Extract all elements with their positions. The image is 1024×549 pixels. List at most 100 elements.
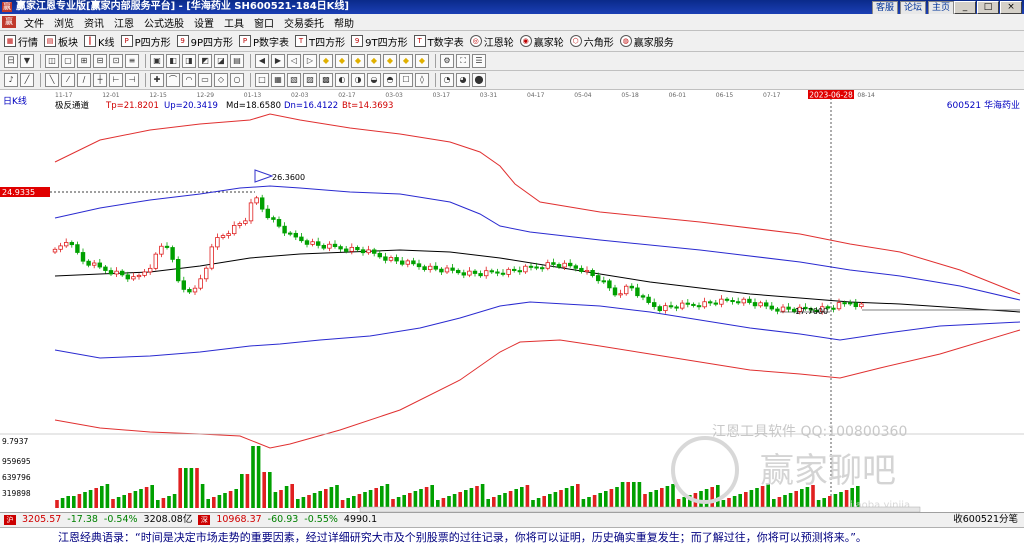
draw-tool-icon-7[interactable]: ⊢ bbox=[109, 73, 123, 87]
volume-bar bbox=[139, 489, 143, 508]
draw-tool-icon-21[interactable]: ◑ bbox=[351, 73, 365, 87]
chart-tool-icon-22[interactable]: ◆ bbox=[367, 54, 381, 68]
draw-tool-icon-26[interactable]: ◔ bbox=[440, 73, 454, 87]
chart-tool-icon-21[interactable]: ◆ bbox=[351, 54, 365, 68]
draw-tool-icon-13[interactable]: ◇ bbox=[214, 73, 228, 87]
kline-chart-area[interactable]: 11-17 12-01 12-15 12-29 01-13 02-03 02-17 03-03… bbox=[0, 90, 1024, 513]
chart-tool-icon-2[interactable]: ▼ bbox=[20, 54, 34, 68]
maximize-button[interactable]: □ bbox=[977, 1, 999, 14]
chart-tool-icon-24[interactable]: ◆ bbox=[399, 54, 413, 68]
candle-body bbox=[433, 265, 438, 270]
kline-chart[interactable]: 11-17 12-01 12-15 12-29 01-13 02-03 02-17 03-03… bbox=[0, 90, 1024, 513]
draw-tool-icon-23[interactable]: ◓ bbox=[383, 73, 397, 87]
draw-tool-icon-15[interactable]: □ bbox=[255, 73, 269, 87]
chart-tool-icon-13[interactable]: ◪ bbox=[214, 54, 228, 68]
close-button[interactable]: × bbox=[1000, 1, 1022, 14]
toolbar-t-table[interactable]: T T数字表 bbox=[413, 34, 464, 49]
chart-tool-icon-27[interactable]: ⛶ bbox=[456, 54, 470, 68]
draw-tool-icon-9[interactable]: ✚ bbox=[150, 73, 164, 87]
toolbar-quotes[interactable]: ▦ 行情 bbox=[4, 34, 38, 49]
tick-data-label[interactable]: 收600521分笔 bbox=[953, 513, 1018, 527]
chart-tool-icon-6[interactable]: ⊟ bbox=[93, 54, 107, 68]
menu-trade[interactable]: 交易委托 bbox=[279, 15, 329, 30]
chart-tool-icon-25[interactable]: ◆ bbox=[415, 54, 429, 68]
draw-tool-icon-22[interactable]: ◒ bbox=[367, 73, 381, 87]
volume-bar bbox=[167, 496, 171, 508]
chart-tool-icon-11[interactable]: ◨ bbox=[182, 54, 196, 68]
draw-tool-icon-20[interactable]: ◐ bbox=[335, 73, 349, 87]
toolbar-service[interactable]: ◍ 赢家服务 bbox=[619, 34, 674, 49]
volume-bar bbox=[643, 494, 647, 508]
menu-window[interactable]: 窗口 bbox=[249, 15, 279, 30]
menu-info[interactable]: 资讯 bbox=[79, 15, 109, 30]
chart-tool-icon-7[interactable]: ⊡ bbox=[109, 54, 123, 68]
draw-tool-icon-18[interactable]: ▨ bbox=[303, 73, 317, 87]
chart-tool-icon-19[interactable]: ◆ bbox=[319, 54, 333, 68]
chart-tool-icon-4[interactable]: ▢ bbox=[61, 54, 75, 68]
draw-tool-icon-11[interactable]: ◠ bbox=[182, 73, 196, 87]
candle-body bbox=[758, 302, 763, 307]
chart-tool-icon-1[interactable]: 日 bbox=[4, 54, 18, 68]
draw-tool-icon-3[interactable]: ╲ bbox=[45, 73, 59, 87]
draw-tool-icon-17[interactable]: ▧ bbox=[287, 73, 301, 87]
chart-tool-icon-26[interactable]: ⚙ bbox=[440, 54, 454, 68]
menu-file[interactable]: 文件 bbox=[19, 15, 49, 30]
draw-tool-icon-5[interactable]: ∕ bbox=[77, 73, 91, 87]
toolbar-kline[interactable]: ┃ K线 bbox=[84, 34, 115, 49]
draw-tool-icon-24[interactable]: ☐ bbox=[399, 73, 413, 87]
draw-tool-icon-6[interactable]: ┼ bbox=[93, 73, 107, 87]
link-forum[interactable]: 论坛 bbox=[899, 1, 926, 15]
candle-body bbox=[86, 260, 91, 266]
chart-tool-icon-15[interactable]: ◀ bbox=[255, 54, 269, 68]
toolbar-p-table[interactable]: P P数字表 bbox=[239, 34, 289, 49]
chart-tool-icon-8[interactable]: ≡ bbox=[125, 54, 139, 68]
draw-tool-icon-4[interactable]: ⁄ bbox=[61, 73, 75, 87]
chart-tool-icon-16[interactable]: ▶ bbox=[271, 54, 285, 68]
chart-tool-icon-18[interactable]: ▷ bbox=[303, 54, 317, 68]
volume-bar bbox=[116, 497, 121, 508]
menu-gann[interactable]: 江恩 bbox=[109, 15, 139, 30]
draw-tool-icon-14[interactable]: ○ bbox=[230, 73, 244, 87]
menu-help[interactable]: 帮助 bbox=[329, 15, 359, 30]
chart-tool-icon-5[interactable]: ⊞ bbox=[77, 54, 91, 68]
minimize-button[interactable]: _ bbox=[954, 1, 976, 14]
toolbar-t-square[interactable]: T T四方形 bbox=[295, 34, 345, 49]
candle-body bbox=[69, 242, 74, 246]
toolbar-separator bbox=[435, 54, 436, 68]
chart-tool-icon-28[interactable]: ☰ bbox=[472, 54, 486, 68]
candle-body bbox=[276, 219, 282, 227]
candle-body bbox=[696, 305, 702, 308]
menu-browse[interactable]: 浏览 bbox=[49, 15, 79, 30]
chart-tool-icon-23[interactable]: ◆ bbox=[383, 54, 397, 68]
chart-tool-icon-20[interactable]: ◆ bbox=[335, 54, 349, 68]
chart-tool-icon-9[interactable]: ▣ bbox=[150, 54, 164, 68]
draw-tool-icon-19[interactable]: ▩ bbox=[319, 73, 333, 87]
toolbar-9t-square[interactable]: 9 9T四方形 bbox=[351, 34, 408, 49]
toolbar-winner-wheel[interactable]: ◉ 赢家轮 bbox=[519, 34, 564, 49]
chart-tool-icon-3[interactable]: ◫ bbox=[45, 54, 59, 68]
toolbar-p-square[interactable]: P P四方形 bbox=[120, 34, 171, 49]
toolbar-9p-square[interactable]: 9 9P四方形 bbox=[176, 34, 233, 49]
draw-tool-icon-12[interactable]: ▭ bbox=[198, 73, 212, 87]
menu-tools[interactable]: 工具 bbox=[219, 15, 249, 30]
chart-tool-icon-14[interactable]: ▤ bbox=[230, 54, 244, 68]
chart-tool-icon-12[interactable]: ◩ bbox=[198, 54, 212, 68]
draw-tool-icon-27[interactable]: ◕ bbox=[456, 73, 470, 87]
draw-tool-icon-10[interactable]: ⌒ bbox=[166, 73, 180, 87]
toolbar-gann-wheel[interactable]: ◎ 江恩轮 bbox=[469, 34, 514, 49]
draw-tool-icon-16[interactable]: ▦ bbox=[271, 73, 285, 87]
draw-tool-icon-25[interactable]: ◊ bbox=[415, 73, 429, 87]
link-home[interactable]: 主页 bbox=[927, 1, 954, 15]
volume-bar bbox=[301, 497, 306, 508]
toolbar-hexagon[interactable]: ⬡ 六角形 bbox=[569, 34, 614, 49]
chart-tool-icon-10[interactable]: ◧ bbox=[166, 54, 180, 68]
toolbar-sectors[interactable]: ▤ 板块 bbox=[44, 34, 78, 49]
menu-settings[interactable]: 设置 bbox=[189, 15, 219, 30]
draw-tool-icon-8[interactable]: ⊣ bbox=[125, 73, 139, 87]
draw-tool-icon-2[interactable]: ╱ bbox=[20, 73, 34, 87]
draw-tool-icon-28[interactable]: ⬤ bbox=[472, 73, 486, 87]
chart-tool-icon-17[interactable]: ◁ bbox=[287, 54, 301, 68]
link-kefu[interactable]: 客服 bbox=[871, 1, 898, 15]
menu-formula[interactable]: 公式选股 bbox=[139, 15, 189, 30]
draw-tool-icon-1[interactable]: ♪ bbox=[4, 73, 18, 87]
